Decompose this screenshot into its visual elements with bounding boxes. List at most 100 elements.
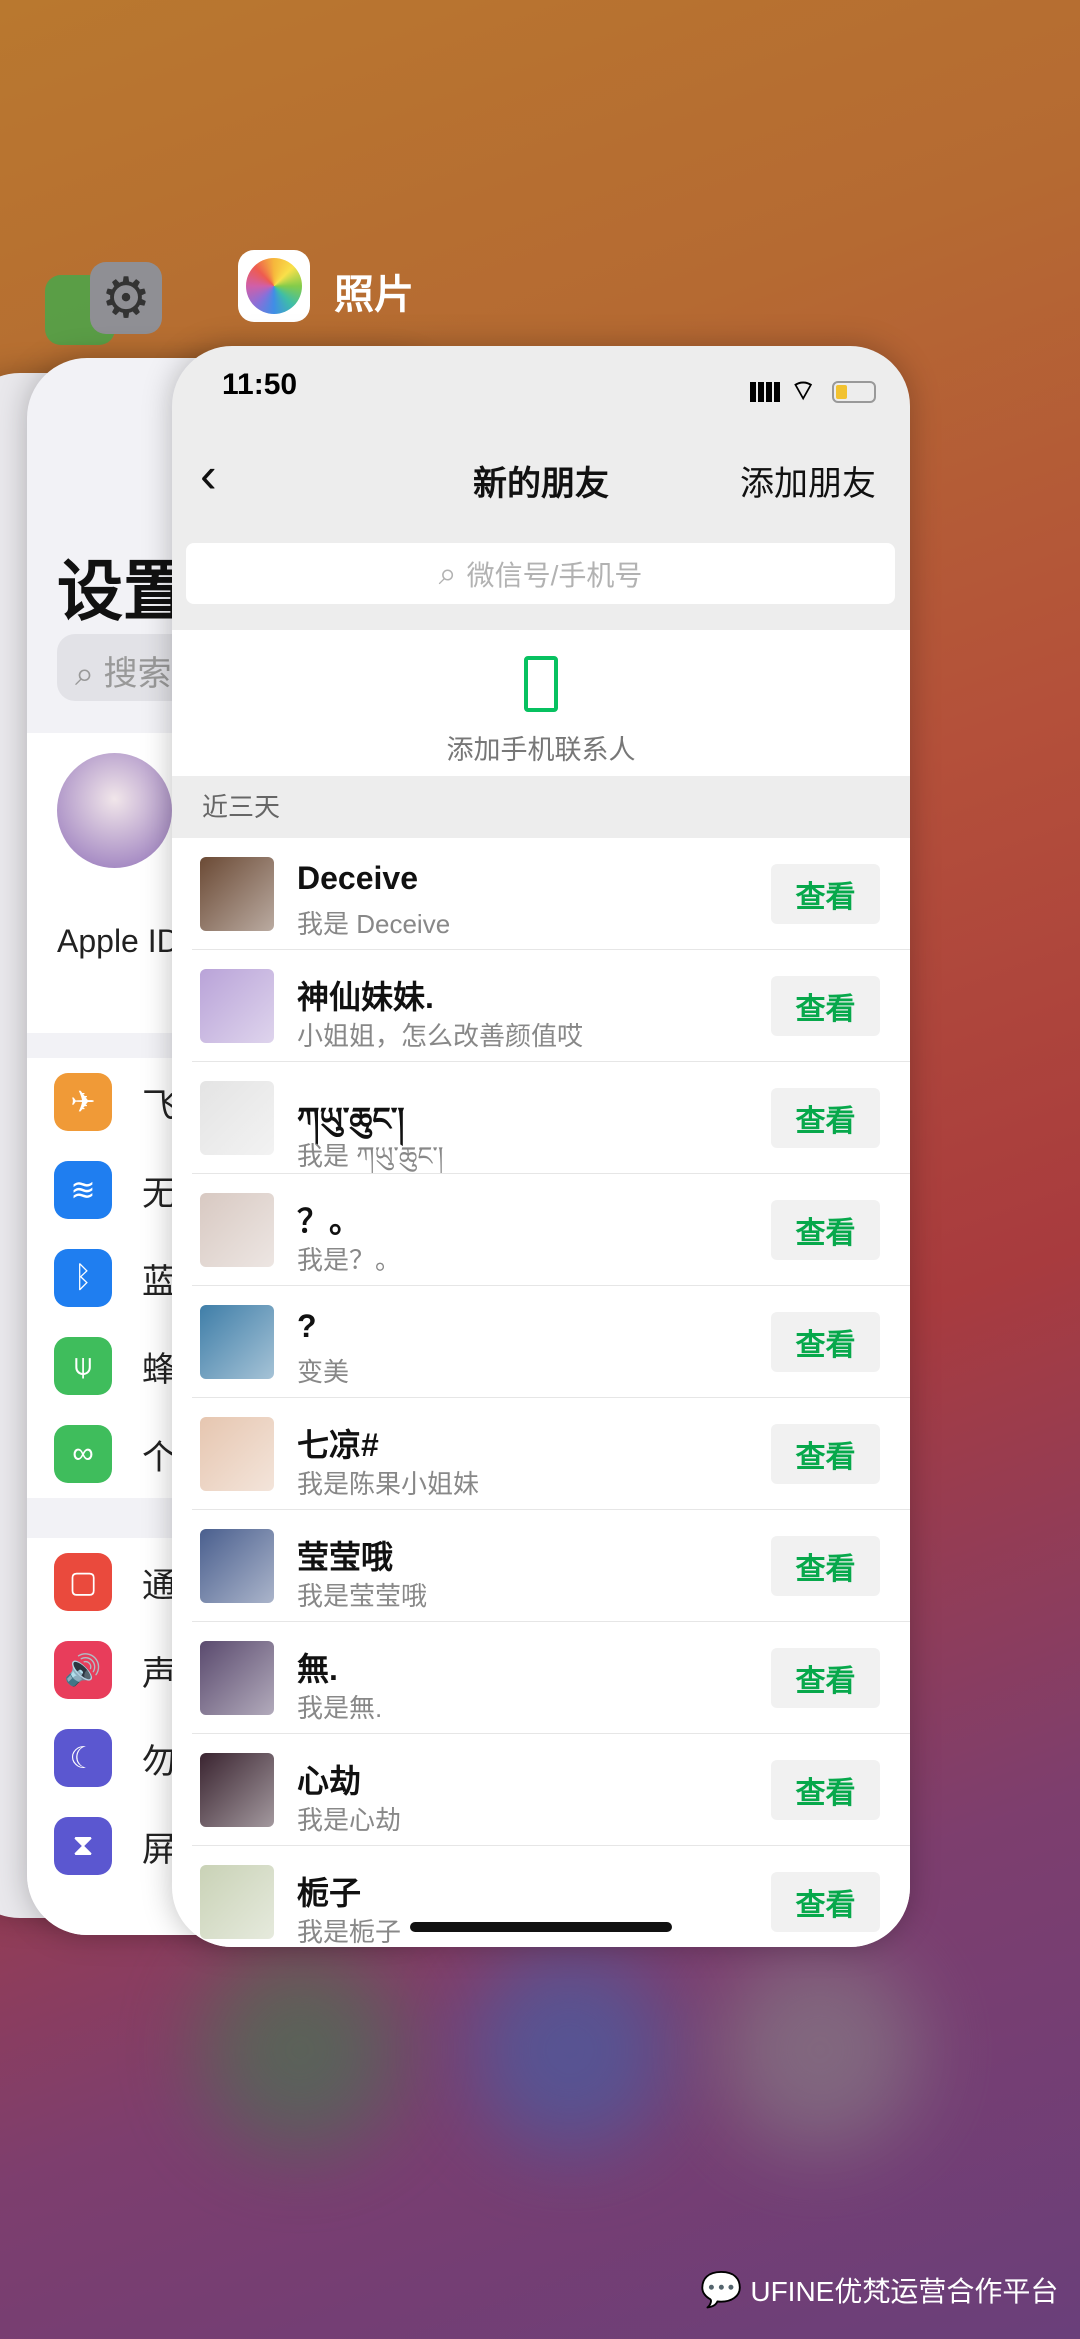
cellular-icon: ⍦	[54, 1337, 112, 1395]
contact-name: 莹莹哦	[297, 1539, 394, 1575]
watermark: 💬 UFINE优梵运营合作平台	[700, 2270, 1058, 2310]
settings-row[interactable]: ⧗ 屏	[54, 1802, 176, 1890]
contact-avatar[interactable]	[200, 969, 274, 1043]
contact-message: 变美	[297, 1357, 350, 1387]
contact-row[interactable]: ? 变美 查看	[172, 1286, 910, 1398]
sound-icon: 🔊	[54, 1641, 112, 1699]
contact-message: 我是無.	[297, 1693, 383, 1723]
contact-message: 我是？。	[297, 1245, 402, 1275]
contact-row[interactable]: 神仙妹妹. 小姐姐，怎么改善颜值哎 查看	[172, 950, 910, 1062]
hourglass-icon: ⧗	[54, 1817, 112, 1875]
contact-name: ？。	[297, 1203, 362, 1239]
contact-avatar[interactable]	[200, 1865, 274, 1939]
wallpaper-blob	[200, 1950, 400, 2150]
view-button[interactable]: 查看	[771, 1536, 880, 1596]
contact-avatar[interactable]	[200, 1529, 274, 1603]
view-button[interactable]: 查看	[771, 1088, 880, 1148]
contact-name: 心劫	[297, 1763, 362, 1799]
contact-message: 我是莹莹哦	[297, 1581, 428, 1611]
front-app-label: 照片	[334, 273, 414, 317]
settings-row[interactable]: ᛒ蓝	[54, 1234, 176, 1322]
settings-row-label: 勿	[142, 1742, 176, 1781]
view-button[interactable]: 查看	[771, 1312, 880, 1372]
settings-app-icon[interactable]: ⚙	[90, 262, 162, 334]
settings-row-label: 蜂	[142, 1350, 176, 1389]
settings-row[interactable]: ∞ 个	[54, 1410, 176, 1498]
contact-name: 神仙妹妹.	[297, 979, 434, 1015]
view-button[interactable]: 查看	[771, 1424, 880, 1484]
view-button[interactable]: 查看	[771, 1200, 880, 1260]
settings-row-label: 通	[142, 1566, 176, 1605]
avatar	[57, 753, 172, 868]
contact-avatar[interactable]	[200, 1305, 274, 1379]
battery-icon	[832, 381, 876, 403]
view-button[interactable]: 查看	[771, 1648, 880, 1708]
add-phone-contacts-label: 添加手机联系人	[446, 735, 636, 765]
wallpaper-blob	[720, 1950, 920, 2150]
contact-row[interactable]: Deceive 我是 Deceive 查看	[172, 838, 910, 950]
wechat-app-card[interactable]: 11:50 ⌔ ‹ 新的朋友 添加朋友 ⌕ 微信号/手机号 添加手机联系人 近三天…	[172, 346, 910, 1947]
wifi-icon: ⌔	[790, 375, 817, 406]
settings-row[interactable]: ▢ 通	[54, 1538, 176, 1626]
contact-avatar[interactable]	[200, 1193, 274, 1267]
contact-name: 無.	[297, 1651, 338, 1687]
airplane-icon: ✈	[54, 1073, 112, 1131]
contact-row[interactable]: ཀཡུ་ཆུང་། 我是 ཀཡུ་ཆུང་། 查看	[172, 1062, 910, 1174]
contact-message: 我是心劫	[297, 1805, 402, 1835]
settings-row-label: 声	[142, 1654, 176, 1693]
wallpaper-blob	[470, 1950, 670, 2150]
contact-message: 我是 Deceive	[297, 909, 451, 939]
settings-row[interactable]: ⍦ 蜂	[54, 1322, 176, 1410]
view-button[interactable]: 查看	[771, 1872, 880, 1932]
home-indicator[interactable]	[410, 1922, 672, 1932]
contact-avatar[interactable]	[200, 1417, 274, 1491]
view-button[interactable]: 查看	[771, 864, 880, 924]
contact-avatar[interactable]	[200, 1081, 274, 1155]
settings-row-label: 蓝	[142, 1262, 176, 1301]
contact-avatar[interactable]	[200, 1753, 274, 1827]
photos-flower-icon	[246, 258, 302, 314]
contact-message: 我是陈果小姐妹	[297, 1469, 480, 1499]
wifi-icon: ≋	[54, 1161, 112, 1219]
hotspot-icon: ∞	[54, 1425, 112, 1483]
settings-row[interactable]: ✈ 飞	[54, 1058, 176, 1146]
wechat-logo-icon: 💬	[700, 2271, 743, 2309]
watermark-text: UFINE优梵运营合作平台	[750, 2276, 1059, 2307]
notifications-icon: ▢	[54, 1553, 112, 1611]
contact-message: 我是栀子	[297, 1917, 402, 1947]
settings-row[interactable]: 🔊 声	[54, 1626, 176, 1714]
contact-row[interactable]: 無. 我是無. 查看	[172, 1622, 910, 1734]
signal-icon	[750, 382, 780, 402]
contact-name: Deceive	[297, 860, 418, 896]
add-friend-button[interactable]: 添加朋友	[740, 456, 876, 505]
contact-avatar[interactable]	[200, 857, 274, 931]
phone-icon	[524, 656, 558, 712]
view-button[interactable]: 查看	[771, 976, 880, 1036]
contact-row[interactable]: 莹莹哦我是莹莹哦 查看	[172, 1510, 910, 1622]
contact-row[interactable]: 七凉# 我是陈果小姐妹 查看	[172, 1398, 910, 1510]
settings-row-label: 屏	[142, 1830, 176, 1869]
contact-message: 小姐姐，怎么改善颜值哎	[297, 1021, 584, 1051]
apple-id-label: Apple ID	[57, 923, 180, 959]
bluetooth-icon: ᛒ	[54, 1249, 112, 1307]
search-placeholder: 微信号/手机号	[466, 559, 643, 591]
contact-name: 栀子	[297, 1875, 362, 1911]
contact-row[interactable]: ？。我是？。 查看	[172, 1174, 910, 1286]
contact-row[interactable]: 心劫我是心劫 查看	[172, 1734, 910, 1846]
contact-name: 七凉#	[297, 1427, 379, 1463]
section-header: 近三天	[202, 792, 281, 822]
settings-row[interactable]: ☾ 勿	[54, 1714, 176, 1802]
contact-avatar[interactable]	[200, 1641, 274, 1715]
contact-name: ?	[297, 1308, 317, 1344]
settings-row[interactable]: ≋ 无	[54, 1146, 176, 1234]
settings-row-label: 个	[142, 1438, 176, 1477]
settings-search-placeholder: 搜索	[103, 655, 172, 693]
search-icon: ⌕	[438, 554, 457, 591]
view-button[interactable]: 查看	[771, 1760, 880, 1820]
settings-title: 设置	[57, 554, 189, 628]
photos-app-icon[interactable]	[238, 250, 310, 322]
status-time: 11:50	[222, 368, 298, 401]
settings-row-label: 无	[142, 1174, 176, 1213]
search-input[interactable]: ⌕ 微信号/手机号	[186, 543, 895, 604]
add-phone-contacts-button[interactable]: 添加手机联系人	[172, 630, 910, 776]
